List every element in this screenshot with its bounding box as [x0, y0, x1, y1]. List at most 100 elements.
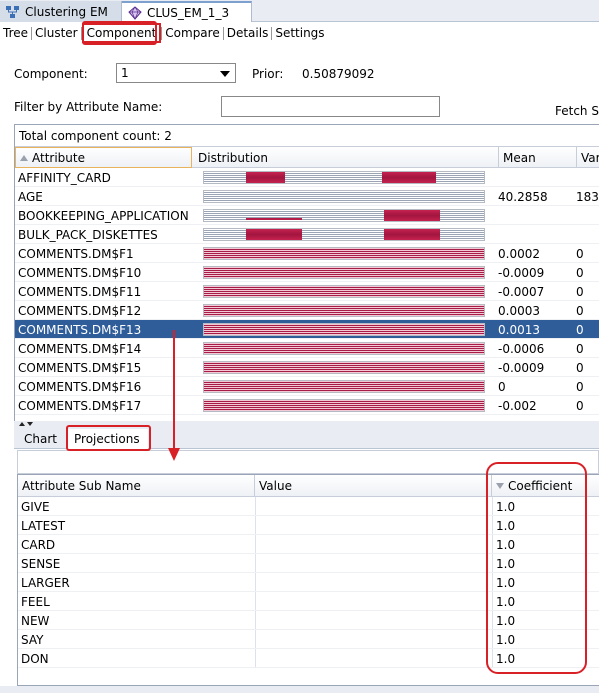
- mean-cell: 0.0003: [498, 303, 540, 318]
- column-header-attribute-sub-name[interactable]: Attribute Sub Name: [18, 475, 255, 497]
- mean-cell: -0.0007: [498, 284, 545, 299]
- annotation-arrow-icon: [168, 330, 180, 461]
- variance-cell: 0: [576, 379, 584, 394]
- mean-cell: [495, 168, 571, 187]
- filter-label: Filter by Attribute Name:: [14, 100, 163, 114]
- mean-cell: -0.0009: [498, 265, 545, 280]
- grid-header: Attribute Distribution Mean Var: [15, 147, 599, 168]
- filter-input[interactable]: [221, 96, 440, 117]
- variance-cell: 0: [576, 360, 584, 375]
- sort-ascending-icon: [20, 154, 28, 161]
- tab-clus-em-1-3[interactable]: CLUS_EM_1_3: [122, 1, 252, 22]
- prior-value: 0.50879092: [302, 67, 375, 81]
- coefficient-column-highlight: [486, 462, 587, 674]
- table-row[interactable]: COMMENTS.DM$F17 -0.002 0: [15, 396, 599, 415]
- table-row[interactable]: COMMENTS.DM$F13 0.0013 0: [15, 320, 599, 339]
- table-row[interactable]: AFFINITY_CARD: [15, 168, 599, 187]
- distribution-bar: [203, 266, 485, 279]
- grid-body: AFFINITY_CARD AGE 40.2858 183. BOOKKEEPING_A…: [15, 168, 599, 415]
- tab-label: CLUS_EM_1_3: [147, 5, 230, 20]
- diamond-icon: [128, 5, 142, 20]
- attribute-cell: BULK_PACK_DISKETTES: [18, 227, 158, 242]
- column-header-attribute[interactable]: Attribute: [15, 147, 192, 168]
- value-cell: [256, 630, 490, 649]
- status-strip: [0, 686, 599, 693]
- sub-name-cell: LARGER: [21, 575, 70, 590]
- distribution-bar: [203, 323, 485, 336]
- distribution-segment: [246, 218, 302, 220]
- sub-name-cell: FEEL: [21, 594, 50, 609]
- variance-cell: 0: [576, 322, 584, 337]
- table-row[interactable]: BULK_PACK_DISKETTES: [15, 225, 599, 244]
- value-cell: [256, 516, 490, 535]
- column-header-value[interactable]: Value: [255, 475, 492, 497]
- distribution-bar: [203, 285, 485, 298]
- chevron-down-icon: [220, 71, 230, 77]
- variance-cell: 0: [576, 303, 584, 318]
- tab-tree[interactable]: Tree: [0, 26, 31, 40]
- tab-compare[interactable]: Compare: [162, 26, 222, 40]
- variance-cell: 0: [576, 284, 584, 299]
- distribution-segment: [384, 210, 440, 221]
- distribution-bar: [203, 190, 485, 203]
- attribute-cell: COMMENTS.DM$F12: [18, 303, 142, 318]
- component-count: Total component count: 2: [15, 125, 599, 147]
- attribute-cell: AFFINITY_CARD: [18, 170, 111, 185]
- tab-clustering-em[interactable]: Clustering EM: [0, 1, 122, 22]
- component-select[interactable]: 1: [116, 63, 236, 83]
- variance-cell: [573, 206, 599, 225]
- sub-name-cell: CARD: [21, 537, 56, 552]
- distribution-segment: [384, 229, 440, 240]
- distribution-bar: [203, 342, 485, 355]
- sub-name-cell: NEW: [21, 613, 50, 628]
- sub-name-cell: DON: [21, 651, 49, 666]
- prior-label: Prior:: [252, 67, 284, 81]
- column-header-variance[interactable]: Var: [577, 147, 599, 168]
- mean-cell: 0: [498, 379, 506, 394]
- tab-settings[interactable]: Settings: [272, 26, 327, 40]
- table-row[interactable]: COMMENTS.DM$F14 -0.0006 0: [15, 339, 599, 358]
- table-row[interactable]: COMMENTS.DM$F10 -0.0009 0: [15, 263, 599, 282]
- value-cell: [256, 573, 490, 592]
- value-cell: [256, 611, 490, 630]
- value-cell: [256, 649, 490, 668]
- component-attribute-grid: Total component count: 2 Attribute Distr…: [14, 124, 599, 422]
- table-row[interactable]: AGE 40.2858 183.: [15, 187, 599, 206]
- table-row[interactable]: COMMENTS.DM$F16 0 0: [15, 377, 599, 396]
- fetch-button[interactable]: Fetch S: [555, 104, 599, 118]
- column-header-distribution[interactable]: Distribution: [194, 147, 499, 168]
- table-row[interactable]: COMMENTS.DM$F1 0.0002 0: [15, 244, 599, 263]
- variance-cell: 0: [576, 265, 584, 280]
- attribute-cell: AGE: [18, 189, 43, 204]
- tab-label: Clustering EM: [25, 4, 108, 19]
- sub-name-cell: SENSE: [21, 556, 61, 571]
- tab-cluster[interactable]: Cluster: [32, 26, 81, 40]
- distribution-segment: [246, 229, 302, 240]
- projections-tab-highlight: [66, 425, 151, 451]
- variance-cell: 0: [576, 246, 584, 261]
- document-tab-bar: Clustering EM CLUS_EM_1_3: [0, 0, 599, 22]
- attribute-cell: COMMENTS.DM$F1: [18, 246, 134, 261]
- variance-cell: 0: [576, 341, 584, 356]
- sub-name-cell: GIVE: [21, 499, 50, 514]
- distribution-bar: [203, 361, 485, 374]
- attribute-cell: BOOKKEEPING_APPLICATION: [18, 208, 189, 223]
- table-row[interactable]: COMMENTS.DM$F15 -0.0009 0: [15, 358, 599, 377]
- distribution-bar: [203, 171, 485, 184]
- tab-details[interactable]: Details: [224, 26, 272, 40]
- mean-cell: -0.002: [498, 398, 537, 413]
- table-row[interactable]: COMMENTS.DM$F12 0.0003 0: [15, 301, 599, 320]
- mean-cell: [495, 206, 571, 225]
- column-header-mean[interactable]: Mean: [499, 147, 577, 168]
- mean-cell: -0.0009: [498, 360, 545, 375]
- table-row[interactable]: BOOKKEEPING_APPLICATION: [15, 206, 599, 225]
- attribute-cell: COMMENTS.DM$F10: [18, 265, 142, 280]
- mean-cell: [495, 225, 571, 244]
- table-row[interactable]: COMMENTS.DM$F11 -0.0007 0: [15, 282, 599, 301]
- sub-name-cell: SAY: [21, 632, 44, 647]
- distribution-bar: [203, 399, 485, 412]
- tab-chart[interactable]: Chart: [16, 429, 65, 449]
- distribution-bar: [203, 380, 485, 393]
- tree-icon: [6, 5, 20, 19]
- variance-cell: 183.: [576, 189, 599, 204]
